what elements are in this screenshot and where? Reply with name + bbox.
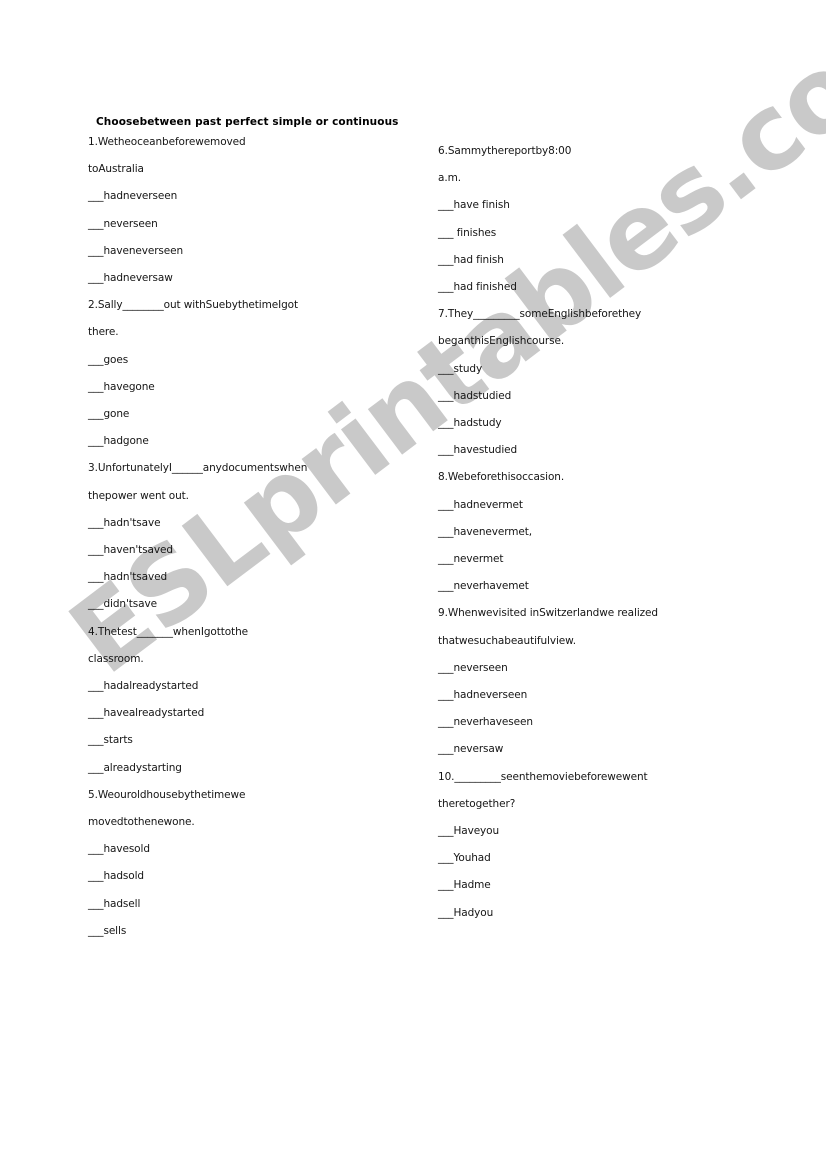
answer-option[interactable]: ___hadn'tsave: [88, 510, 438, 537]
page-title: Choosebetween past perfect simple or con…: [96, 116, 399, 128]
answer-option[interactable]: ___hadalreadystarted: [88, 673, 438, 700]
question-item: 9.Whenwevisited inSwitzerlandwe realized…: [438, 600, 748, 763]
answer-option[interactable]: ___have finish: [438, 192, 748, 219]
answer-option[interactable]: ___neverhavemet: [438, 573, 748, 600]
question-stem-line: theretogether?: [438, 797, 516, 810]
answer-option[interactable]: ___hadneverseen: [438, 682, 748, 709]
worksheet-page: Choosebetween past perfect simple or con…: [0, 0, 826, 1169]
answer-option[interactable]: ___study: [438, 356, 748, 383]
question-item: 8.Webeforethisoccasion. ___hadnevermet _…: [438, 464, 748, 600]
question-stem-line: classroom.: [88, 652, 144, 665]
worksheet-body: Choosebetween past perfect simple or con…: [88, 116, 748, 945]
answer-option[interactable]: ___nevermet: [438, 546, 748, 573]
answer-option[interactable]: ___hadnevermet: [438, 492, 748, 519]
question-column-left: 1.Wetheoceanbeforewemoved toAustralia __…: [88, 129, 438, 945]
question-stem-line: a.m.: [438, 172, 461, 185]
answer-option[interactable]: ___gone: [88, 401, 438, 428]
question-stem-line: there.: [88, 326, 119, 339]
question-stem-line: 1.Wetheoceanbeforewemoved: [88, 136, 246, 148]
answer-option[interactable]: ___haveneverseen: [88, 238, 438, 265]
answer-option[interactable]: ___havegone: [88, 374, 438, 401]
answer-option[interactable]: ___hadstudy: [438, 410, 748, 437]
question-stem-line: 10._________seenthemoviebeforewewent: [438, 770, 648, 783]
question-stem-line: 7.They_________someEnglishbeforethey: [438, 308, 642, 321]
question-item: 3.UnfortunatelyI______anydocumentswhen t…: [88, 455, 438, 618]
question-stem-line: movedtothenewone.: [88, 816, 195, 829]
answer-option[interactable]: ___didn'tsave: [88, 591, 438, 618]
answer-option[interactable]: ___hadneversaw: [88, 265, 438, 292]
question-item: 6.Sammythereportby8:00 a.m. ___have fini…: [438, 138, 748, 301]
answer-option[interactable]: ___had finished: [438, 274, 748, 301]
answer-option[interactable]: ___hadsold: [88, 863, 438, 890]
answer-option[interactable]: ___hadstudied: [438, 383, 748, 410]
answer-option[interactable]: ___alreadystarting: [88, 755, 438, 782]
question-stem-line: thatwesuchabeautifulview.: [438, 634, 576, 647]
question-item: 4.Thetest_______whenIgottothe classroom.…: [88, 619, 438, 782]
question-stem-line: 8.Webeforethisoccasion.: [438, 471, 565, 484]
answer-option[interactable]: ___sells: [88, 918, 438, 945]
question-stem-line: 9.Whenwevisited inSwitzerlandwe realized: [438, 607, 658, 620]
question-item: 10._________seenthemoviebeforewewent the…: [438, 764, 748, 927]
answer-option[interactable]: ___haven'tsaved: [88, 537, 438, 564]
answer-option[interactable]: ___Haveyou: [438, 818, 748, 845]
two-column-layout: 1.Wetheoceanbeforewemoved toAustralia __…: [88, 129, 748, 945]
question-stem-line: 6.Sammythereportby8:00: [438, 145, 572, 157]
question-stem-line: beganthisEnglishcourse.: [438, 335, 565, 348]
answer-option[interactable]: ___havealreadystarted: [88, 700, 438, 727]
answer-option[interactable]: ___had finish: [438, 247, 748, 274]
question-stem-line: 2.Sally________out withSuebythetimeIgot: [88, 299, 298, 312]
answer-option[interactable]: ___neversaw: [438, 736, 748, 763]
question-stem-line: 3.UnfortunatelyI______anydocumentswhen: [88, 462, 308, 475]
answer-option[interactable]: ___starts: [88, 727, 438, 754]
answer-option[interactable]: ___neverseen: [438, 655, 748, 682]
answer-option[interactable]: ___Youhad: [438, 845, 748, 872]
question-item: 7.They_________someEnglishbeforethey beg…: [438, 301, 748, 464]
question-stem-line: 5.Weouroldhousebythetimewe: [88, 788, 246, 801]
question-stem-line: toAustralia: [88, 163, 144, 176]
question-stem-line: 4.Thetest_______whenIgottothe: [88, 625, 248, 638]
answer-option[interactable]: ___neverhaveseen: [438, 709, 748, 736]
answer-option[interactable]: ___hadsell: [88, 891, 438, 918]
question-column-right: 6.Sammythereportby8:00 a.m. ___have fini…: [438, 129, 748, 927]
answer-option[interactable]: ___havesold: [88, 836, 438, 863]
answer-option[interactable]: ___ finishes: [438, 220, 748, 247]
answer-option[interactable]: ___havenevermet,: [438, 519, 748, 546]
answer-option[interactable]: ___neverseen: [88, 211, 438, 238]
answer-option[interactable]: ___hadgone: [88, 428, 438, 455]
answer-option[interactable]: ___goes: [88, 347, 438, 374]
answer-option[interactable]: ___hadn'tsaved: [88, 564, 438, 591]
answer-option[interactable]: ___Hadyou: [438, 900, 748, 927]
question-item: 5.Weouroldhousebythetimewe movedtothenew…: [88, 782, 438, 945]
answer-option[interactable]: ___Hadme: [438, 872, 748, 899]
answer-option[interactable]: ___havestudied: [438, 437, 748, 464]
question-item: 1.Wetheoceanbeforewemoved toAustralia __…: [88, 129, 438, 292]
question-item: 2.Sally________out withSuebythetimeIgot …: [88, 292, 438, 455]
answer-option[interactable]: ___hadneverseen: [88, 183, 438, 210]
question-stem-line: thepower went out.: [88, 489, 189, 502]
